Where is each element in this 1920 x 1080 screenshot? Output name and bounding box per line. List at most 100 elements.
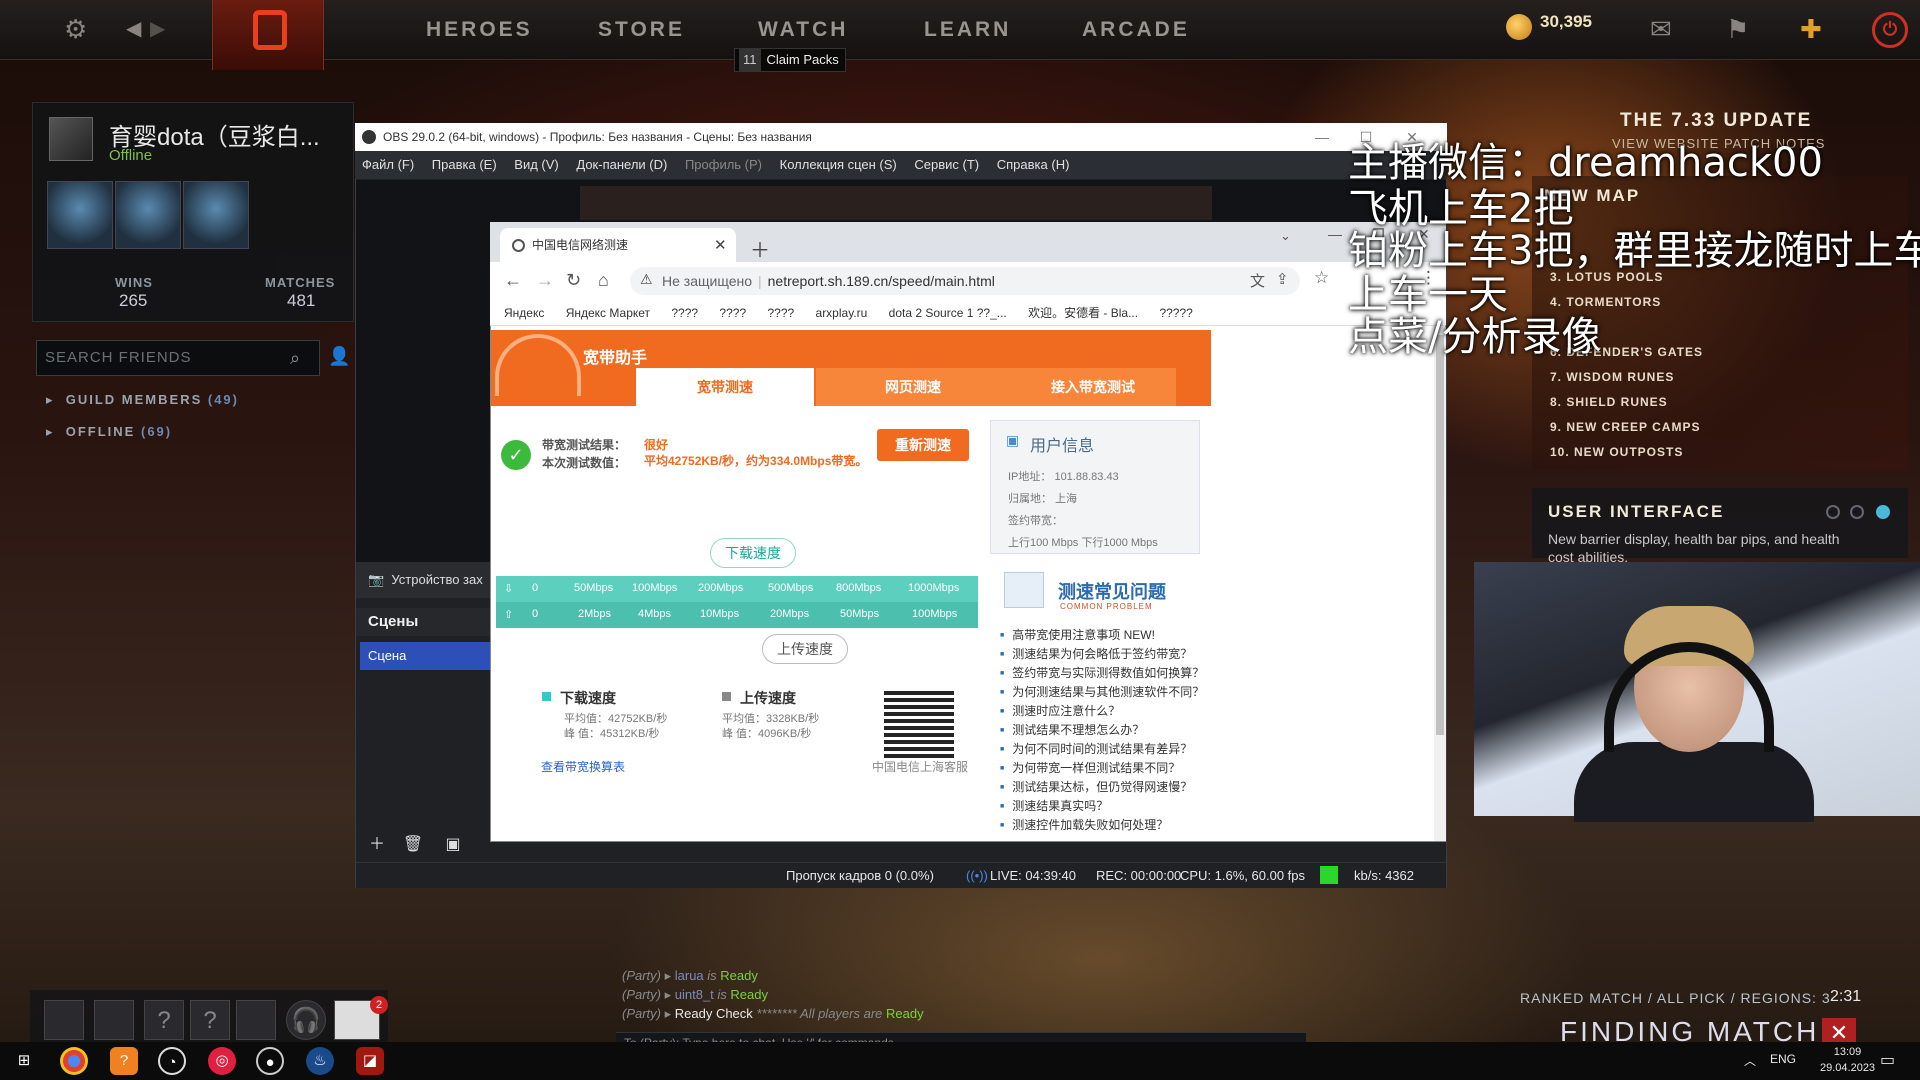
delete-scene-button[interactable]: 🗑 — [400, 832, 426, 858]
nav-learn[interactable]: LEARN — [924, 0, 1011, 60]
forward-arrow-icon[interactable]: ▶ — [150, 16, 165, 41]
new-tab-icon[interactable]: ＋ — [750, 234, 770, 263]
app-taskbar-icon[interactable]: ? — [110, 1047, 138, 1075]
nav-heroes[interactable]: HEROES — [426, 0, 533, 60]
browser-tab[interactable]: 中国电信网络测速 — [500, 228, 736, 262]
faq-item[interactable]: 测试结果达标，但仍觉得网速慢？ — [1000, 778, 1192, 795]
notifications-icon[interactable]: ▭ — [1880, 1050, 1895, 1070]
friend-search-input[interactable]: SEARCH FRIENDS — [36, 340, 320, 376]
update-title[interactable]: THE 7.33 UPDATE — [1620, 110, 1812, 132]
bookmark[interactable]: arxplay.ru — [816, 306, 868, 320]
carousel-dot-active[interactable] — [1876, 505, 1890, 519]
share-icon[interactable]: ⇪ — [1276, 270, 1289, 288]
dota-logo-button[interactable] — [212, 0, 324, 70]
tab-bandwidth-test[interactable]: 宽带测速 — [636, 368, 814, 406]
bookmark[interactable]: ???? — [767, 306, 794, 320]
language-indicator[interactable]: ENG — [1770, 1052, 1796, 1066]
faq-item[interactable]: 测速控件加载失败如何处理？ — [1000, 816, 1168, 833]
faq-item[interactable]: 测速结果为何会略低于签约带宽？ — [1000, 645, 1192, 662]
guild-members-group[interactable]: ▸ GUILD MEMBERS (49) — [46, 392, 239, 408]
bookmark[interactable]: ????? — [1159, 306, 1192, 320]
bookmark[interactable]: Яндекс Маркет — [566, 306, 650, 320]
back-icon[interactable]: ← — [504, 270, 522, 291]
menu-view[interactable]: Вид (V) — [514, 157, 558, 172]
faq-item[interactable]: 高带宽使用注意事项 NEW! — [1000, 626, 1155, 643]
armory-icon[interactable]: ⚑ — [1726, 14, 1749, 45]
faq-item[interactable]: 为何不同时间的测试结果有差异？ — [1000, 740, 1192, 757]
star-icon[interactable]: ☆ — [1314, 268, 1329, 288]
news-item[interactable]: 9. NEW CREEP CAMPS — [1550, 420, 1700, 434]
menu-scene-collection[interactable]: Коллекция сцен (S) — [780, 157, 897, 172]
bookmark[interactable]: Яндекс — [504, 306, 544, 320]
faq-item[interactable]: 签约带宽与实际测得数值如何换算？ — [1000, 664, 1204, 681]
plus-icon[interactable]: ✚ — [1800, 14, 1822, 45]
faq-item[interactable]: 测速时应注意什么？ — [1000, 702, 1120, 719]
news-item[interactable]: 7. WISDOM RUNES — [1550, 370, 1674, 384]
netease-music-icon[interactable]: ◎ — [208, 1047, 236, 1075]
bandwidth-table-link[interactable]: 查看带宽换算表 — [541, 758, 625, 775]
menu-help[interactable]: Справка (H) — [997, 157, 1070, 172]
home-icon[interactable]: ⌂ — [598, 270, 609, 291]
scene-item[interactable]: Сцена — [360, 642, 490, 670]
tab-close-icon[interactable]: ✕ — [714, 236, 727, 254]
menu-tools[interactable]: Сервис (T) — [914, 157, 979, 172]
nav-arcade[interactable]: ARCADE — [1082, 0, 1190, 60]
steam-icon[interactable]: ♨ — [306, 1047, 334, 1075]
mail-icon[interactable]: ✉ — [1650, 14, 1672, 45]
carousel-dot[interactable] — [1850, 505, 1864, 519]
dota-taskbar-icon[interactable]: ◪ — [356, 1047, 384, 1075]
source-item[interactable]: 📷 Устройство зах — [356, 562, 490, 598]
avatar[interactable] — [49, 117, 93, 161]
windows-start-icon[interactable]: ⊞ — [10, 1047, 38, 1075]
menu-profile[interactable]: Профиль (P) — [685, 157, 762, 172]
party-slot-empty[interactable]: ? — [190, 1000, 230, 1040]
add-scene-button[interactable]: ＋ — [364, 832, 390, 858]
filter-button[interactable]: ▣ — [440, 832, 466, 858]
menu-file[interactable]: Файл (F) — [362, 157, 414, 172]
claim-packs-button[interactable]: 11 Claim Packs — [734, 48, 846, 72]
search-icon[interactable]: ⌕ — [290, 348, 300, 369]
power-icon[interactable]: ⏻ — [1872, 12, 1908, 48]
hero-portrait[interactable] — [115, 181, 181, 249]
add-friend-icon[interactable]: 👤 — [328, 346, 350, 367]
bookmark[interactable]: ???? — [719, 306, 746, 320]
warning-icon[interactable]: ⚠ — [640, 271, 653, 288]
back-arrow-icon[interactable]: ◀ — [126, 16, 141, 41]
tab-access-test[interactable]: 接入带宽测试 — [1010, 368, 1176, 406]
tab-search-icon[interactable]: ⌄ — [1280, 228, 1291, 244]
address-bar[interactable]: Не защищено | netreport.sh.189.cn/speed/ma… — [630, 267, 1300, 295]
party-slot[interactable] — [94, 1000, 134, 1040]
party-slot[interactable] — [236, 1000, 276, 1040]
voice-headset-icon[interactable]: 🎧 — [286, 1000, 326, 1040]
carousel-dot[interactable] — [1826, 505, 1840, 519]
party-slot-empty[interactable]: ? — [144, 1000, 184, 1040]
bookmark[interactable]: dota 2 Source 1 ??_... — [889, 306, 1007, 320]
clock[interactable]: 13:09 29.04.2023 — [1820, 1044, 1875, 1076]
faq-item[interactable]: 为何测速结果与其他测速软件不同？ — [1000, 683, 1204, 700]
nav-store[interactable]: STORE — [598, 0, 685, 60]
news-item[interactable]: 8. SHIELD RUNES — [1550, 395, 1668, 409]
bookmark[interactable]: ???? — [671, 306, 698, 320]
obs-taskbar-icon[interactable]: ● — [256, 1047, 284, 1075]
bookmark[interactable]: 欢迎。安德看 - Bla... — [1028, 306, 1138, 320]
menu-edit[interactable]: Правка (E) — [432, 157, 497, 172]
offline-group[interactable]: ▸ OFFLINE (69) — [46, 424, 172, 440]
faq-item[interactable]: 测速结果真实吗？ — [1000, 797, 1108, 814]
chrome-taskbar-icon[interactable] — [60, 1047, 88, 1075]
minimize-icon[interactable]: — — [1302, 123, 1342, 151]
forward-icon[interactable]: → — [536, 270, 554, 291]
menu-docks[interactable]: Док-панели (D) — [576, 157, 667, 172]
hero-portrait[interactable] — [183, 181, 249, 249]
party-slot[interactable] — [44, 1000, 84, 1040]
chrome-minimize-icon[interactable]: — — [1328, 226, 1342, 242]
app-taskbar-icon[interactable]: ◔ — [158, 1047, 186, 1075]
faq-item[interactable]: 为何带宽一样但测试结果不同？ — [1000, 759, 1180, 776]
tab-web-test[interactable]: 网页测速 — [816, 368, 1010, 406]
settings-gear-icon[interactable]: ⚙ — [64, 14, 87, 45]
news-item[interactable]: 10. NEW OUTPOSTS — [1550, 445, 1683, 459]
scrollbar-thumb[interactable] — [1436, 335, 1444, 735]
faq-item[interactable]: 测试结果不理想怎么办？ — [1000, 721, 1144, 738]
tray-chevron-icon[interactable]: ︿ — [1744, 1052, 1756, 1069]
translate-icon[interactable]: 文 — [1250, 270, 1265, 291]
hero-portrait[interactable] — [47, 181, 113, 249]
